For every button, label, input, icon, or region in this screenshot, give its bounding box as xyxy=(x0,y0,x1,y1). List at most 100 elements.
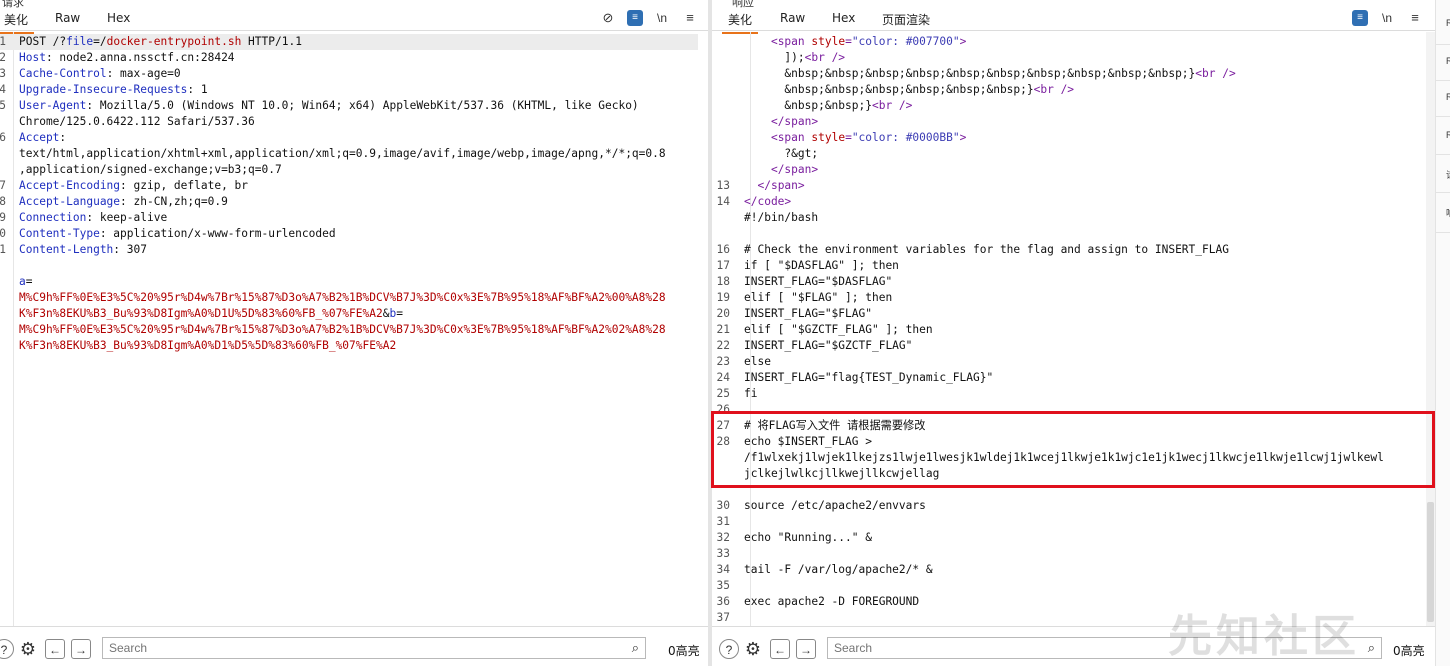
code-text: Connection: keep-alive xyxy=(19,211,168,224)
search-icon[interactable]: ⌕ xyxy=(632,640,639,656)
code-text: </span> xyxy=(770,163,819,176)
tab-pretty[interactable]: 美化 xyxy=(0,11,35,34)
code-text: else xyxy=(744,355,771,368)
line-number: 2 xyxy=(0,51,6,64)
line-number: 20 xyxy=(716,307,730,320)
line-number: 19 xyxy=(716,291,730,304)
tab-raw[interactable]: Raw xyxy=(780,11,805,25)
line-number: 37 xyxy=(716,611,730,624)
code-line: 9 Connection: keep-alive xyxy=(0,210,698,226)
response-tabbar: 美化 Raw Hex 页面渲染 ≡ \n ≡ xyxy=(712,8,1435,34)
line-number: 23 xyxy=(716,355,730,368)
code-text: source /etc/apache2/envvars xyxy=(744,499,926,512)
response-scrollbar[interactable] xyxy=(1426,32,1435,626)
tab-raw[interactable]: Raw xyxy=(55,11,80,25)
side-item[interactable]: R xyxy=(1446,130,1450,140)
wrap-lines-icon[interactable]: ≡ xyxy=(627,10,643,26)
code-text: INSERT_FLAG="$GZCTF_FLAG" xyxy=(744,339,913,352)
watermark-logo: 先知社区 xyxy=(1168,611,1360,662)
response-scroll-thumb[interactable] xyxy=(1427,502,1434,622)
request-bottombar: ? ⚙ ← → ⌕ 0高亮 xyxy=(0,626,708,666)
code-line: 32 echo "Running..." & xyxy=(712,530,1425,546)
menu-icon[interactable]: ≡ xyxy=(1407,10,1423,26)
code-line: ?&gt; xyxy=(712,146,1425,162)
line-number: 24 xyxy=(716,371,730,384)
wrap-lines-icon[interactable]: ≡ xyxy=(1352,10,1368,26)
code-text: Accept: xyxy=(19,131,67,144)
tab-pretty[interactable]: 美化 xyxy=(721,11,759,34)
code-text: tail -F /var/log/apache2/* & xyxy=(744,563,933,576)
line-number: 6 xyxy=(0,131,6,144)
line-number: 16 xyxy=(716,243,730,256)
side-item[interactable]: R xyxy=(1446,56,1450,66)
line-number: 3 xyxy=(0,67,6,80)
flag-highlight-box xyxy=(711,411,1435,488)
code-text: Upgrade-Insecure-Requests: 1 xyxy=(19,83,208,96)
code-text: Cache-Control: max-age=0 xyxy=(19,67,181,80)
code-line: 23 else xyxy=(712,354,1425,370)
tab-render[interactable]: 页面渲染 xyxy=(882,11,930,28)
line-number: 8 xyxy=(0,195,6,208)
code-text: ?&gt; xyxy=(744,147,819,160)
code-line: 24 INSERT_FLAG="flag{TEST_Dynamic_FLAG}" xyxy=(712,370,1425,386)
code-text: M%C9h%FF%0E%E3%5C%20%95r%D4w%7Br%15%87%D… xyxy=(19,323,666,336)
back-arrow-icon[interactable]: ← xyxy=(770,639,790,659)
newline-toggle[interactable]: \n xyxy=(654,10,670,26)
code-line: text/html,application/xhtml+xml,applicat… xyxy=(0,146,698,162)
code-line: <span style="color: #007700"> xyxy=(712,34,1425,50)
menu-icon[interactable]: ≡ xyxy=(682,10,698,26)
code-text: Chrome/125.0.6422.112 Safari/537.36 xyxy=(19,115,255,128)
request-editor[interactable]: 1 POST /?file=/docker-entrypoint.sh HTTP/… xyxy=(0,32,698,626)
code-text: Accept-Encoding: gzip, deflate, br xyxy=(19,179,249,192)
help-icon[interactable]: ? xyxy=(0,639,14,659)
hide-icon[interactable]: ⊘ xyxy=(600,10,616,26)
code-text: &nbsp;&nbsp;&nbsp;&nbsp;&nbsp;&nbsp;&nbs… xyxy=(744,67,1236,80)
response-editor[interactable]: <span style="color: #007700"> ]);<br /> … xyxy=(712,32,1425,626)
code-line: 30 source /etc/apache2/envvars xyxy=(712,498,1425,514)
code-line: </span> xyxy=(712,162,1425,178)
side-item[interactable]: R xyxy=(1446,92,1450,102)
code-line: </span> xyxy=(712,114,1425,130)
code-text: a= xyxy=(19,275,33,288)
side-item[interactable]: 请 xyxy=(1446,168,1450,181)
back-arrow-icon[interactable]: ← xyxy=(45,639,65,659)
code-line: &nbsp;&nbsp;}<br /> xyxy=(712,98,1425,114)
settings-gear-icon[interactable]: ⚙ xyxy=(743,639,763,659)
forward-arrow-icon[interactable]: → xyxy=(796,639,816,659)
side-item[interactable]: 响 xyxy=(1446,206,1450,219)
code-text: K%F3n%8EKU%B3_Bu%93%D8Igm%A0%D1%D5%5D%83… xyxy=(19,339,397,352)
code-line: <span style="color: #0000BB"> xyxy=(712,130,1425,146)
code-line: 20 INSERT_FLAG="$FLAG" xyxy=(712,306,1425,322)
code-line: a= xyxy=(0,274,698,290)
code-line: 17 if [ "$DASFLAG" ]; then xyxy=(712,258,1425,274)
line-number: 34 xyxy=(716,563,730,576)
code-text: exec apache2 -D FOREGROUND xyxy=(744,595,920,608)
request-search[interactable]: ⌕ xyxy=(102,637,646,659)
tab-hex[interactable]: Hex xyxy=(832,11,855,25)
code-line: 6 Accept: xyxy=(0,130,698,146)
tab-hex[interactable]: Hex xyxy=(107,11,130,25)
code-line: #!/bin/bash xyxy=(712,210,1425,226)
line-number: 0 xyxy=(0,227,6,240)
highlight-count: 0高亮 xyxy=(668,644,700,658)
help-icon[interactable]: ? xyxy=(719,639,739,659)
code-line: 7 Accept-Encoding: gzip, deflate, br xyxy=(0,178,698,194)
settings-gear-icon[interactable]: ⚙ xyxy=(18,639,38,659)
side-item[interactable]: R xyxy=(1446,18,1450,28)
newline-toggle[interactable]: \n xyxy=(1379,10,1395,26)
request-search-input[interactable] xyxy=(103,638,580,658)
code-line: 1 POST /?file=/docker-entrypoint.sh HTTP/… xyxy=(0,34,698,50)
line-number: 18 xyxy=(716,275,730,288)
code-line: &nbsp;&nbsp;&nbsp;&nbsp;&nbsp;&nbsp;}<br… xyxy=(712,82,1425,98)
line-number: 7 xyxy=(0,179,6,192)
code-line: 19 elif [ "$FLAG" ]; then xyxy=(712,290,1425,306)
code-line: 35 xyxy=(712,578,1425,594)
response-pane: 响应 美化 Raw Hex 页面渲染 ≡ \n ≡ <span style="c… xyxy=(712,0,1435,666)
code-text: INSERT_FLAG="$DASFLAG" xyxy=(744,275,893,288)
code-line: K%F3n%8EKU%B3_Bu%93%D8Igm%A0%D1U%5D%83%6… xyxy=(0,306,698,322)
code-text: &nbsp;&nbsp;}<br /> xyxy=(744,99,913,112)
forward-arrow-icon[interactable]: → xyxy=(71,639,91,659)
code-line: 18 INSERT_FLAG="$DASFLAG" xyxy=(712,274,1425,290)
line-number: 1 xyxy=(0,243,6,256)
